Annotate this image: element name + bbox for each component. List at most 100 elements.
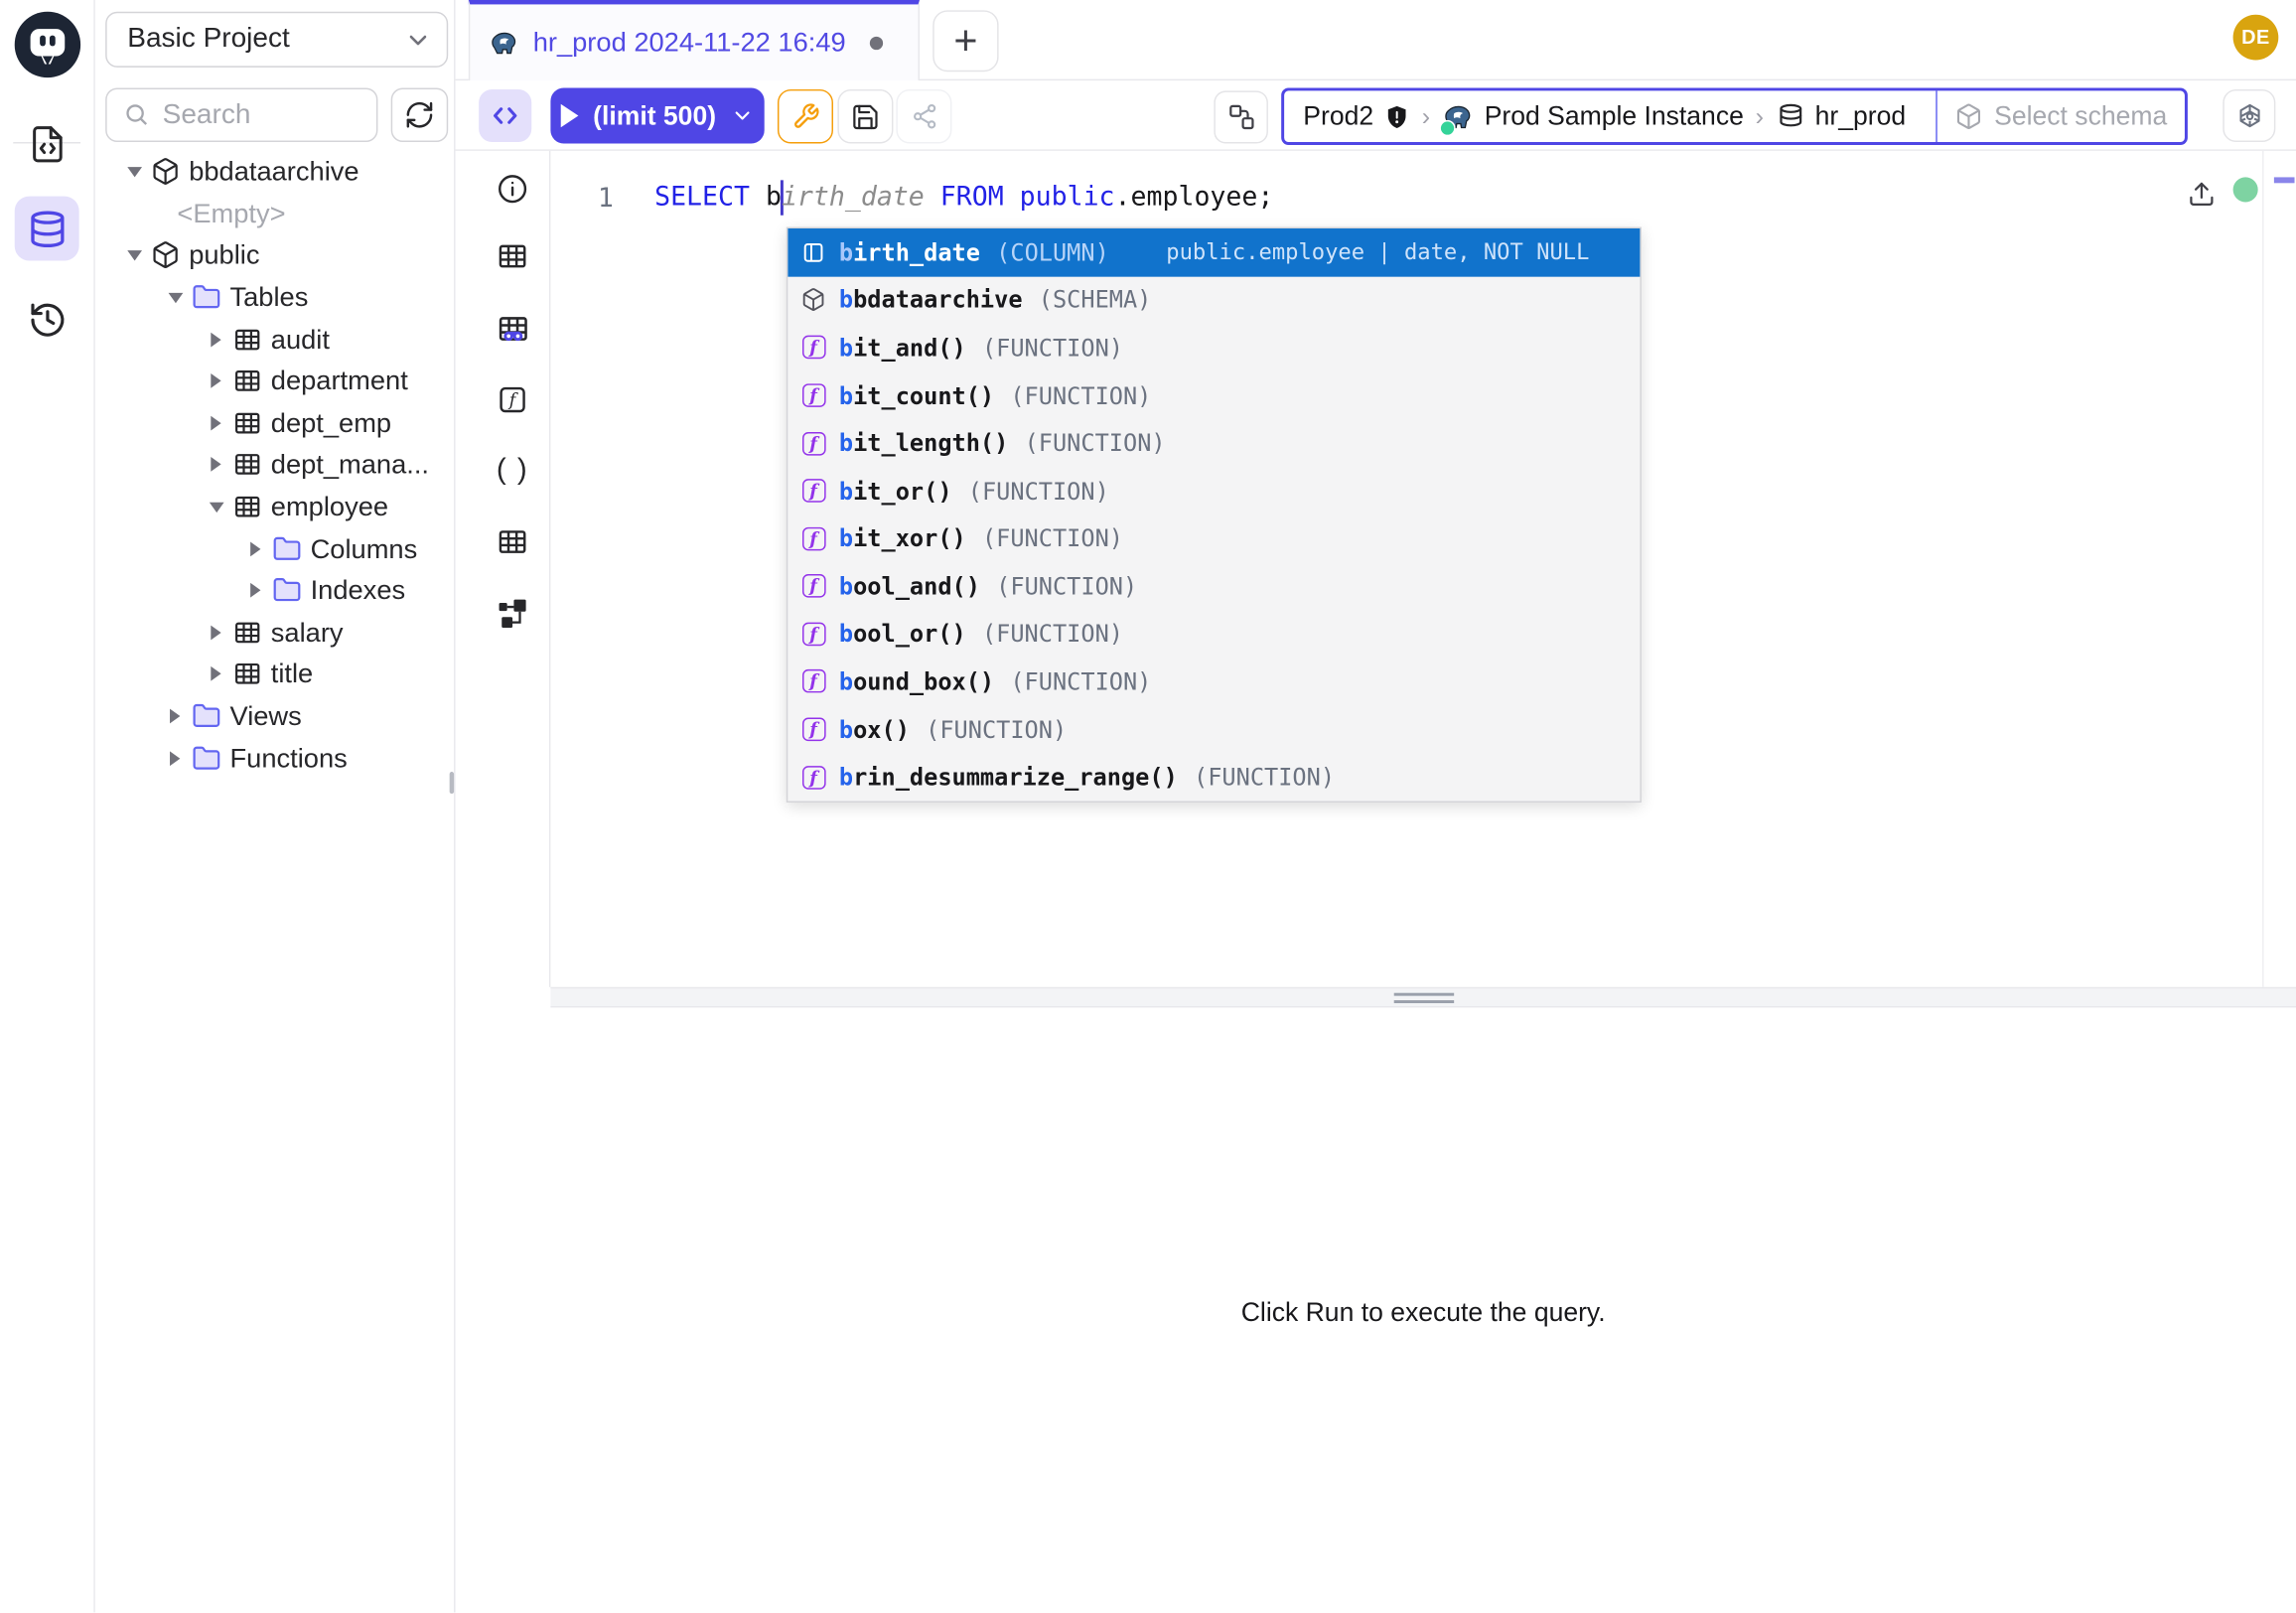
file-code-icon (27, 124, 67, 164)
panel-splitter[interactable] (550, 987, 2296, 1008)
sql-mode-toggle[interactable] (479, 89, 531, 142)
search-input[interactable]: Search (105, 87, 377, 142)
editor-scrollbar[interactable] (2262, 151, 2296, 987)
caret-down-icon[interactable] (205, 496, 226, 517)
tree-item-label: public (189, 239, 259, 271)
tree-item-label: department (271, 366, 408, 397)
autocomplete-item[interactable]: f bit_length() (FUNCTION) (788, 419, 1640, 467)
table-data-preview-button[interactable] (494, 309, 531, 347)
autocomplete-item[interactable]: f bit_and() (FUNCTION) (788, 324, 1640, 371)
autocomplete-item[interactable]: f bool_and() (FUNCTION) (788, 562, 1640, 610)
tree-item-audit[interactable]: audit (95, 319, 454, 361)
share-sheet-button[interactable] (896, 89, 951, 144)
database-icon (27, 209, 67, 248)
tree-item-functions[interactable]: Functions (95, 737, 454, 779)
database-nav-button-active[interactable] (15, 197, 79, 261)
scrollbar-line-marker (2274, 177, 2295, 182)
caret-right-icon[interactable] (205, 329, 226, 351)
info-icon (497, 173, 528, 205)
external-tables-button[interactable] (494, 522, 531, 560)
query-settings-button[interactable] (778, 89, 833, 144)
caret-down-icon[interactable] (123, 244, 145, 266)
caret-right-icon[interactable] (205, 454, 226, 476)
new-tab-button[interactable]: + (933, 10, 998, 72)
caret-down-icon[interactable] (164, 286, 186, 308)
tree-item-salary[interactable]: salary (95, 612, 454, 654)
caret-right-icon[interactable] (244, 537, 266, 559)
bytebase-logo[interactable] (13, 10, 81, 78)
splitter-grip-icon[interactable] (1394, 993, 1454, 1005)
tree-item-tables[interactable]: Tables (95, 276, 454, 318)
tree-item-columns[interactable]: Columns (95, 527, 454, 569)
tree-item-public[interactable]: public (95, 234, 454, 276)
caret-right-icon[interactable] (164, 747, 186, 769)
tree-item-indexes[interactable]: Indexes (95, 569, 454, 611)
tab-hr-prod[interactable]: hr_prod 2024-11-22 16:49 (469, 0, 920, 80)
tree-item-label: dept_emp (271, 407, 391, 439)
caret-right-icon[interactable] (164, 705, 186, 727)
autocomplete-item[interactable]: f bound_box() (FUNCTION) (788, 658, 1640, 705)
procedures-panel-button[interactable]: ( ) (494, 451, 531, 489)
autocomplete-item[interactable]: f brin_desummarize_range() (FUNCTION) (788, 753, 1640, 801)
batch-query-button[interactable] (1214, 90, 1268, 143)
caret-right-icon[interactable] (205, 370, 226, 392)
user-avatar[interactable]: DE (2233, 15, 2279, 61)
autocomplete-item[interactable]: f bit_xor() (FUNCTION) (788, 514, 1640, 562)
sql-editor: ( ) 1 SELECT birth_date FROM public.empl… (456, 151, 2296, 987)
tree-item-dept-manager[interactable]: dept_mana... (95, 444, 454, 486)
save-sheet-button[interactable] (837, 89, 893, 144)
autocomplete-item[interactable]: f bit_count() (FUNCTION) (788, 371, 1640, 419)
run-query-button[interactable]: (limit 500) (550, 87, 764, 143)
schema-diagram-button[interactable] (494, 595, 531, 633)
share-icon (910, 102, 937, 130)
connection-selector[interactable]: Prod2 › Prod Sample Instance › hr_prod (1284, 90, 1936, 142)
unsaved-dot-icon (869, 36, 882, 49)
autocomplete-item[interactable]: bbdataarchive (SCHEMA) (788, 276, 1640, 324)
function-icon: f (801, 717, 826, 742)
function-icon: f (801, 479, 826, 504)
breadcrumb-separator: › (1754, 101, 1765, 130)
tree-item-label: <Empty> (177, 198, 285, 229)
table-icon (232, 492, 261, 520)
caret-right-icon[interactable] (205, 412, 226, 434)
play-icon (561, 104, 579, 128)
autocomplete-item[interactable]: f bit_or() (FUNCTION) (788, 467, 1640, 514)
project-selector-label: Basic Project (127, 24, 289, 56)
tree-item-dept-emp[interactable]: dept_emp (95, 402, 454, 444)
tree-item-label: Tables (229, 281, 308, 313)
tree-item-views[interactable]: Views (95, 695, 454, 737)
tree-item-employee[interactable]: employee (95, 486, 454, 527)
functions-panel-button[interactable] (494, 380, 531, 418)
ai-assistant-button[interactable] (2223, 89, 2275, 142)
caret-down-icon[interactable] (123, 161, 145, 183)
instance-label: Prod Sample Instance (1485, 101, 1744, 132)
tree-item-bbdataarchive[interactable]: bbdataarchive (95, 151, 454, 193)
breadcrumb-separator: › (1420, 101, 1431, 130)
select-schema-dropdown[interactable]: Select schema (1936, 90, 2185, 142)
table-schema-button[interactable] (494, 237, 531, 275)
autocomplete-item[interactable]: f box() (FUNCTION) (788, 705, 1640, 753)
function-icon: f (801, 431, 826, 456)
caret-right-icon[interactable] (205, 663, 226, 685)
search-placeholder: Search (163, 99, 251, 131)
results-panel: Click Run to execute the query. (456, 1007, 2296, 1613)
autocomplete-item[interactable]: f bool_or() (FUNCTION) (788, 610, 1640, 658)
caret-right-icon[interactable] (244, 580, 266, 602)
table-icon (232, 408, 261, 437)
refresh-schema-button[interactable] (391, 87, 449, 142)
parentheses-icon: ( ) (497, 453, 528, 487)
environment-label: Prod2 (1303, 101, 1373, 132)
tree-item-department[interactable]: department (95, 361, 454, 402)
code-line-1[interactable]: 1 SELECT birth_date FROM public.employee… (550, 177, 1273, 218)
autocomplete-item-selected[interactable]: birth_date (COLUMN) public.employee | da… (788, 228, 1640, 276)
caret-right-icon[interactable] (205, 622, 226, 644)
table-icon (232, 325, 261, 354)
ghost-suggestion: irth_date (782, 182, 925, 213)
table-info-button[interactable] (494, 170, 531, 208)
project-selector[interactable]: Basic Project (105, 12, 448, 68)
worksheet-nav-button[interactable] (15, 111, 79, 176)
search-icon (123, 101, 151, 129)
upload-sheet-icon[interactable] (2188, 180, 2216, 208)
tree-item-title[interactable]: title (95, 654, 454, 695)
history-nav-button[interactable] (15, 287, 79, 352)
